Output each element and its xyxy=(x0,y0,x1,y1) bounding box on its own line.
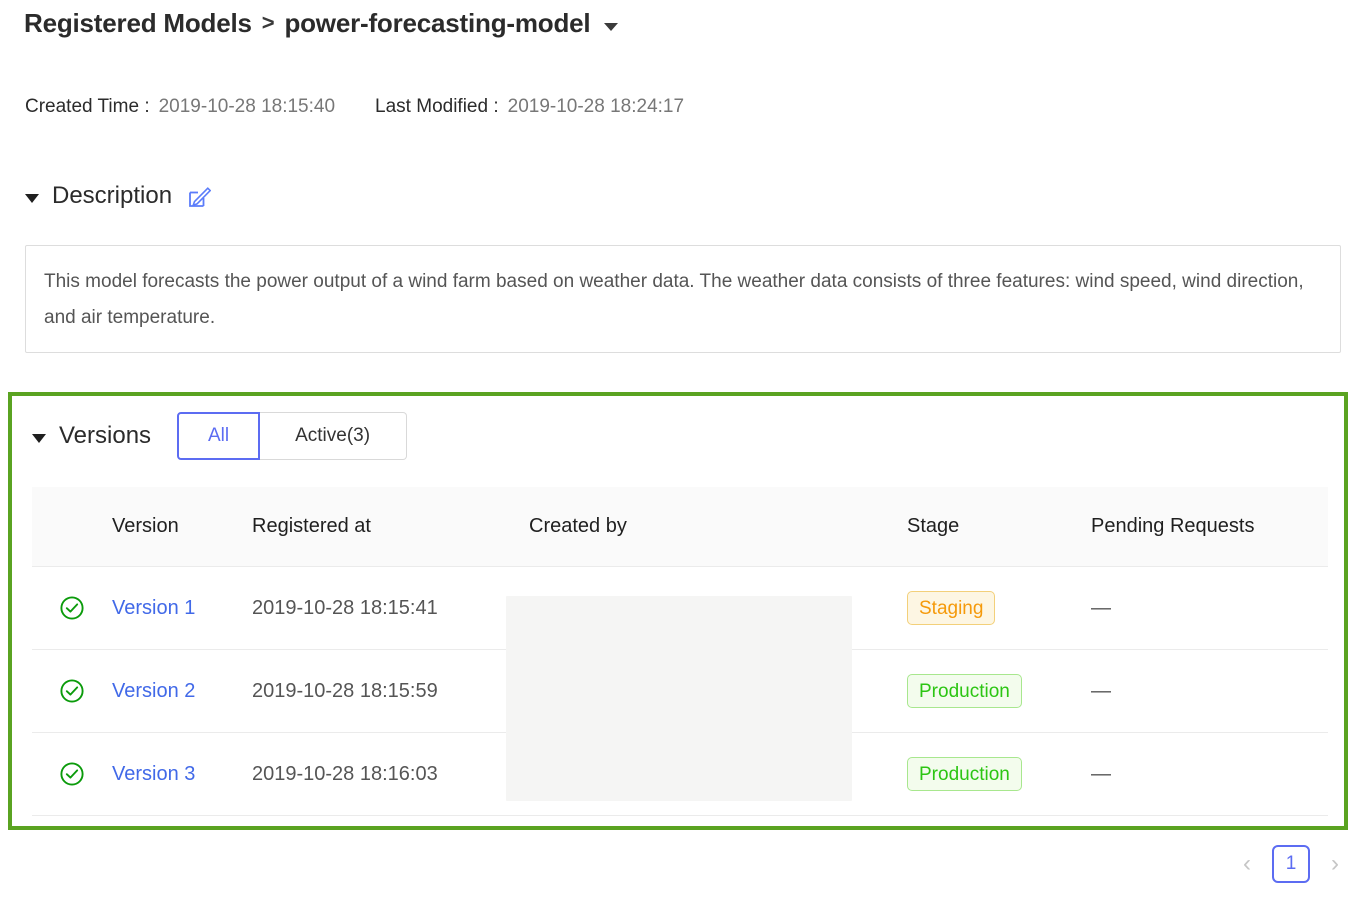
row-pending-requests: — xyxy=(1091,597,1328,620)
version-link[interactable]: Version 1 xyxy=(112,597,195,619)
check-circle-icon xyxy=(59,595,85,621)
breadcrumb-registered-models-link[interactable]: Registered Models xyxy=(24,8,252,39)
version-link[interactable]: Version 2 xyxy=(112,680,195,702)
description-textbox: This model forecasts the power output of… xyxy=(25,245,1341,353)
row-stage-cell: Staging xyxy=(907,591,1091,625)
row-registered-at: 2019-10-28 18:15:41 xyxy=(252,597,529,620)
created-time-label: Created Time : xyxy=(25,96,150,118)
versions-header: Versions All Active(3) xyxy=(32,412,407,460)
row-status-icon-cell xyxy=(32,678,112,704)
description-edit-icon[interactable] xyxy=(185,184,211,208)
status-badge: Production xyxy=(907,757,1022,791)
status-badge: Staging xyxy=(907,591,995,625)
row-registered-at: 2019-10-28 18:15:59 xyxy=(252,680,529,703)
created-by-redacted-block xyxy=(506,596,852,801)
row-version-cell: Version 3 xyxy=(112,763,252,786)
row-version-cell: Version 1 xyxy=(112,597,252,620)
table-header-row: Version Registered at Created by Stage P… xyxy=(32,487,1328,567)
last-modified-label: Last Modified : xyxy=(375,96,499,118)
tab-active[interactable]: Active(3) xyxy=(259,412,407,460)
pagination: ‹ 1 › xyxy=(1236,845,1346,883)
description-collapse-caret-icon[interactable] xyxy=(25,194,39,203)
check-circle-icon xyxy=(59,678,85,704)
versions-filter-tabs: All Active(3) xyxy=(177,412,407,460)
model-detail-page: Registered Models > power-forecasting-mo… xyxy=(0,0,1366,902)
versions-title: Versions xyxy=(59,422,151,450)
row-status-icon-cell xyxy=(32,595,112,621)
th-created-by: Created by xyxy=(529,515,907,538)
created-time-value: 2019-10-28 18:15:40 xyxy=(159,96,335,118)
model-dropdown-caret-icon[interactable] xyxy=(604,23,618,31)
row-status-icon-cell xyxy=(32,761,112,787)
versions-section: Versions All Active(3) Version Registere… xyxy=(8,392,1348,830)
description-text: This model forecasts the power output of… xyxy=(44,264,1320,336)
status-badge: Production xyxy=(907,674,1022,708)
row-version-cell: Version 2 xyxy=(112,680,252,703)
description-title: Description xyxy=(52,182,172,210)
chevron-right-icon[interactable]: › xyxy=(1324,847,1346,881)
page-number-1[interactable]: 1 xyxy=(1272,845,1310,883)
versions-collapse-caret-icon[interactable] xyxy=(32,434,46,443)
breadcrumb-separator-icon: > xyxy=(262,10,275,36)
model-metadata-row: Created Time : 2019-10-28 18:15:40 Last … xyxy=(25,96,684,118)
check-circle-icon xyxy=(59,761,85,787)
description-header[interactable]: Description xyxy=(25,182,211,210)
breadcrumb-current-model: power-forecasting-model xyxy=(284,8,590,39)
th-registered-at: Registered at xyxy=(252,515,529,538)
row-stage-cell: Production xyxy=(907,674,1091,708)
version-link[interactable]: Version 3 xyxy=(112,763,195,785)
th-version: Version xyxy=(112,515,252,538)
th-stage: Stage xyxy=(907,515,1091,538)
row-registered-at: 2019-10-28 18:16:03 xyxy=(252,763,529,786)
row-pending-requests: — xyxy=(1091,763,1328,786)
breadcrumb: Registered Models > power-forecasting-mo… xyxy=(24,8,618,39)
last-modified-value: 2019-10-28 18:24:17 xyxy=(508,96,684,118)
tab-all[interactable]: All xyxy=(177,412,260,460)
row-stage-cell: Production xyxy=(907,757,1091,791)
th-pending-requests: Pending Requests xyxy=(1091,515,1328,538)
row-pending-requests: — xyxy=(1091,680,1328,703)
chevron-left-icon[interactable]: ‹ xyxy=(1236,847,1258,881)
